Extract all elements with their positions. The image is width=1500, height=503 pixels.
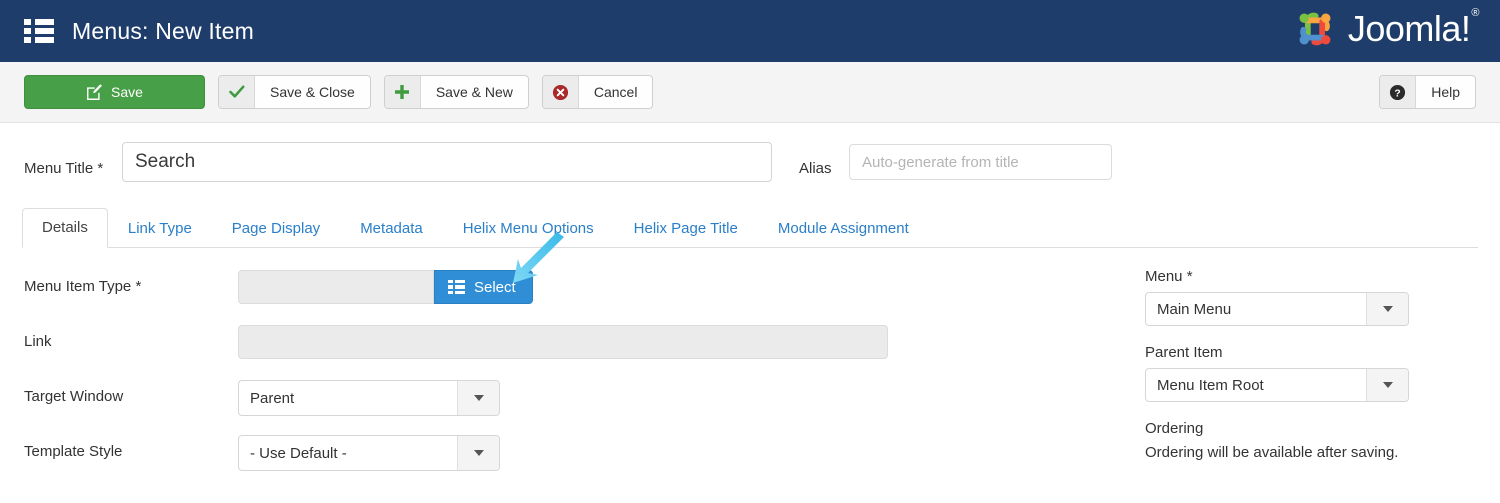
save-button-label: Save bbox=[111, 84, 143, 100]
select-button-label: Select bbox=[474, 279, 516, 296]
template-style-value: - Use Default - bbox=[239, 445, 457, 462]
alias-label: Alias bbox=[799, 160, 832, 177]
joomla-logo-icon bbox=[1292, 6, 1338, 52]
plus-icon bbox=[385, 76, 421, 108]
help-button-label: Help bbox=[1416, 76, 1475, 108]
tab-module-assignment[interactable]: Module Assignment bbox=[758, 209, 929, 248]
select-menu-item-type-button[interactable]: Select bbox=[434, 270, 533, 304]
list-icon bbox=[448, 280, 465, 295]
target-window-value: Parent bbox=[239, 390, 457, 407]
details-form: Menu Item Type * Select Link Target Wind… bbox=[0, 262, 1120, 482]
title-row: Menu Title * Alias bbox=[0, 140, 1500, 202]
save-button[interactable]: Save bbox=[24, 75, 205, 109]
parent-item-value: Menu Item Root bbox=[1146, 377, 1366, 394]
ordering-note: Ordering will be available after saving. bbox=[1145, 444, 1485, 461]
chevron-down-icon bbox=[457, 436, 499, 470]
question-circle-icon: ? bbox=[1380, 76, 1416, 108]
save-close-button-label: Save & Close bbox=[255, 76, 370, 108]
link-row: Link bbox=[0, 317, 1120, 372]
save-new-button-label: Save & New bbox=[421, 76, 528, 108]
registered-mark: ® bbox=[1471, 7, 1479, 19]
chevron-down-icon bbox=[457, 381, 499, 415]
alias-input[interactable] bbox=[849, 144, 1112, 180]
menu-item-type-row: Menu Item Type * Select bbox=[0, 262, 1120, 317]
menu-select[interactable]: Main Menu bbox=[1145, 292, 1409, 326]
save-close-button[interactable]: Save & Close bbox=[218, 75, 371, 109]
link-field bbox=[238, 325, 888, 359]
target-window-select[interactable]: Parent bbox=[238, 380, 500, 416]
save-new-button[interactable]: Save & New bbox=[384, 75, 529, 109]
sidebar-panel: Menu * Main Menu Parent Item Menu Item R… bbox=[1145, 268, 1485, 461]
tab-metadata[interactable]: Metadata bbox=[340, 209, 443, 248]
svg-text:?: ? bbox=[1395, 88, 1401, 99]
parent-item-label: Parent Item bbox=[1145, 344, 1485, 361]
header-left-group: Menus: New Item bbox=[0, 18, 254, 45]
parent-item-select[interactable]: Menu Item Root bbox=[1145, 368, 1409, 402]
cancel-circle-icon bbox=[543, 76, 579, 108]
cancel-button[interactable]: Cancel bbox=[542, 75, 654, 109]
joomla-wordmark-text: Joomla! bbox=[1348, 8, 1471, 49]
cancel-button-label: Cancel bbox=[579, 76, 653, 108]
tab-details[interactable]: Details bbox=[22, 208, 108, 248]
menus-list-icon bbox=[24, 18, 54, 44]
toolbar: Save Save & Close Save & New bbox=[0, 62, 1500, 123]
tab-helix-menu-options[interactable]: Helix Menu Options bbox=[443, 209, 614, 248]
menu-title-label: Menu Title * bbox=[24, 160, 103, 177]
template-style-select[interactable]: - Use Default - bbox=[238, 435, 500, 471]
chevron-down-icon bbox=[1366, 369, 1408, 401]
page-header: Menus: New Item Joomla!® bbox=[0, 0, 1500, 62]
menu-value: Main Menu bbox=[1146, 301, 1366, 318]
tab-helix-page-title[interactable]: Helix Page Title bbox=[614, 209, 758, 248]
tab-bar: Details Link Type Page Display Metadata … bbox=[22, 209, 1478, 248]
link-label: Link bbox=[24, 333, 52, 350]
ordering-label: Ordering bbox=[1145, 420, 1485, 437]
help-button-wrapper: ? Help bbox=[1379, 75, 1476, 109]
target-window-label: Target Window bbox=[24, 388, 123, 405]
tab-page-display[interactable]: Page Display bbox=[212, 209, 340, 248]
menu-item-type-label: Menu Item Type * bbox=[24, 278, 141, 295]
template-style-label: Template Style bbox=[24, 443, 122, 460]
joomla-wordmark: Joomla!® bbox=[1348, 8, 1478, 50]
joomla-admin-page: Menus: New Item Joomla!® bbox=[0, 0, 1500, 503]
help-button[interactable]: ? Help bbox=[1379, 75, 1476, 109]
menu-title-input[interactable] bbox=[122, 142, 772, 182]
joomla-brand: Joomla!® bbox=[1292, 6, 1478, 52]
tab-link-type[interactable]: Link Type bbox=[108, 209, 212, 248]
target-window-row: Target Window Parent bbox=[0, 372, 1120, 427]
chevron-down-icon bbox=[1366, 293, 1408, 325]
menu-item-type-field bbox=[238, 270, 434, 304]
template-style-row: Template Style - Use Default - bbox=[0, 427, 1120, 482]
check-icon bbox=[219, 76, 255, 108]
edit-pencil-icon bbox=[86, 84, 103, 101]
menu-label: Menu * bbox=[1145, 268, 1485, 285]
page-title: Menus: New Item bbox=[72, 18, 254, 45]
